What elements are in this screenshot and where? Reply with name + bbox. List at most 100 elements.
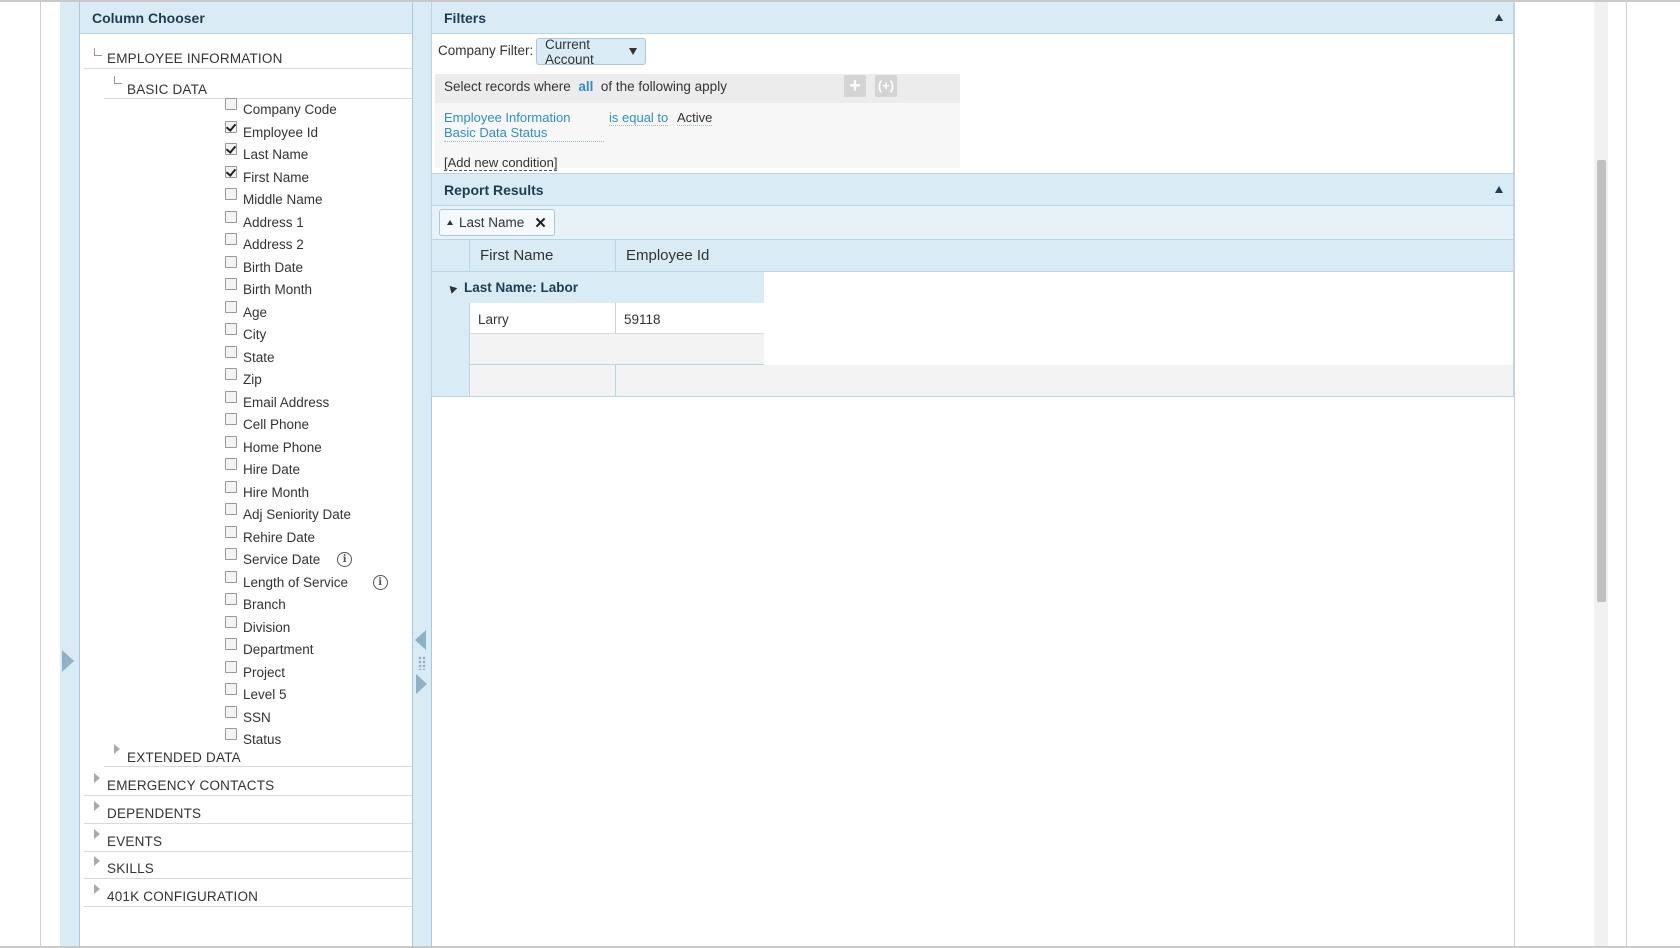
field-label: Service Date: [243, 552, 321, 567]
condition-operator-link[interactable]: is equal to: [609, 110, 669, 126]
section-skills[interactable]: SKILLS: [84, 852, 414, 879]
add-group-icon[interactable]: (+): [875, 75, 897, 97]
checkbox[interactable]: [225, 120, 237, 133]
field-label: Adj Seniority Date: [243, 507, 352, 522]
scrollbar-thumb[interactable]: [1597, 160, 1606, 602]
field-label: State: [243, 349, 275, 365]
add-new-condition-link[interactable]: [Add new condition]: [444, 155, 558, 171]
checkbox[interactable]: [225, 323, 237, 335]
checkbox[interactable]: [225, 233, 237, 245]
group-chip-last-name[interactable]: Last Name ✕: [439, 209, 555, 236]
sort-asc-icon[interactable]: [447, 220, 453, 225]
condition-header: Select records where all of the followin…: [435, 74, 960, 103]
cell-employee-id[interactable]: 59118: [616, 303, 764, 334]
field-label: Age: [243, 304, 268, 320]
checkbox[interactable]: [225, 278, 237, 290]
group-row-labor[interactable]: Last Name: Labor: [432, 272, 1513, 303]
page-right-edge: [1626, 0, 1627, 948]
section-events[interactable]: EVENTS: [84, 825, 414, 852]
checkbox[interactable]: [225, 548, 237, 560]
collapsed-icon[interactable]: [94, 801, 100, 811]
checkbox[interactable]: [225, 525, 237, 538]
select-suffix: of the following apply: [600, 79, 727, 94]
column-header-label: First Name: [480, 247, 554, 264]
collapsed-icon[interactable]: [94, 856, 100, 866]
column-header-employee-id[interactable]: Employee Id: [616, 240, 751, 271]
info-icon[interactable]: i: [372, 574, 388, 590]
close-icon[interactable]: ✕: [534, 214, 547, 232]
table-row[interactable]: Larry 59118: [432, 303, 1513, 334]
collapse-left-icon[interactable]: [415, 630, 426, 650]
checkbox[interactable]: [225, 480, 237, 493]
checkbox[interactable]: [225, 300, 237, 313]
collapsed-icon[interactable]: [94, 773, 100, 783]
checkbox[interactable]: [225, 660, 237, 673]
dropdown-caret-icon: [629, 48, 637, 55]
subsection-label: BASIC DATA: [127, 82, 208, 97]
add-condition-icon[interactable]: +: [844, 75, 866, 97]
collapsed-icon[interactable]: [114, 744, 120, 754]
section-employee-information[interactable]: EMPLOYEE INFORMATION: [84, 42, 414, 69]
condition-field-link[interactable]: Employee Information Basic Data Status: [444, 110, 604, 142]
checkbox[interactable]: [225, 98, 237, 110]
condition-value[interactable]: Active: [677, 110, 713, 126]
checkbox[interactable]: [225, 705, 237, 718]
expand-right-icon[interactable]: [62, 650, 74, 672]
checkbox[interactable]: [225, 255, 237, 268]
field-label: Department: [243, 642, 314, 657]
checkbox[interactable]: [225, 728, 237, 740]
expand-right-icon[interactable]: [416, 674, 427, 694]
checkbox[interactable]: [225, 413, 237, 425]
checkbox[interactable]: [225, 188, 237, 200]
field-label: Home Phone: [243, 439, 322, 455]
filters-title: Filters: [444, 9, 487, 26]
match-mode-link[interactable]: all: [578, 79, 593, 94]
group-row-label: Last Name: Labor: [464, 280, 579, 295]
collapse-caret-icon[interactable]: [1495, 186, 1503, 193]
checkbox[interactable]: [225, 143, 237, 155]
checkbox[interactable]: [225, 683, 237, 695]
field-label: Hire Month: [243, 484, 310, 500]
report-results-header[interactable]: Report Results: [431, 174, 1514, 206]
checkbox[interactable]: [225, 458, 237, 470]
field-label: Project: [243, 664, 286, 680]
checkbox[interactable]: [225, 593, 237, 605]
filters-header[interactable]: Filters: [432, 2, 1513, 34]
section-dependents[interactable]: DEPENDENTS: [84, 797, 414, 824]
collapsed-icon[interactable]: [94, 884, 100, 894]
collapsed-icon[interactable]: [94, 829, 100, 839]
column-header-first-name[interactable]: First Name: [470, 240, 616, 271]
company-filter-select[interactable]: Current Account: [536, 37, 646, 67]
field-label: Birth Date: [243, 259, 304, 275]
section-label: SKILLS: [107, 861, 154, 876]
field-label: Division: [243, 619, 291, 635]
checkbox[interactable]: [225, 435, 237, 448]
section-label: EVENTS: [107, 834, 163, 849]
panel-splitter[interactable]: [412, 2, 432, 946]
subsection-extended-data[interactable]: EXTENDED DATA: [104, 740, 414, 767]
checkbox[interactable]: [225, 638, 237, 650]
row-indent: [432, 303, 470, 334]
checkbox[interactable]: [225, 368, 237, 380]
checkbox[interactable]: [225, 615, 237, 628]
row-indent: [432, 365, 470, 396]
drag-handle-icon[interactable]: [418, 656, 426, 670]
field-label: Hire Date: [243, 462, 301, 477]
grid-footer-row: [432, 365, 1513, 397]
section-401k-configuration[interactable]: 401K CONFIGURATION: [84, 880, 414, 907]
left-collapse-strip[interactable]: [60, 2, 80, 946]
subsection-basic-data[interactable]: BASIC DATA: [104, 72, 414, 99]
checkbox[interactable]: [225, 165, 237, 178]
expanded-icon[interactable]: [94, 48, 102, 56]
column-chooser-header[interactable]: Column Chooser: [80, 2, 431, 34]
collapse-caret-icon[interactable]: [1495, 14, 1503, 21]
checkbox[interactable]: [225, 345, 237, 358]
info-icon[interactable]: i: [337, 552, 353, 567]
checkbox[interactable]: [225, 390, 237, 403]
section-emergency-contacts[interactable]: EMERGENCY CONTACTS: [84, 769, 414, 796]
checkbox[interactable]: [225, 570, 237, 583]
expanded-icon[interactable]: [114, 76, 122, 84]
checkbox[interactable]: [225, 210, 237, 223]
cell-first-name[interactable]: Larry: [470, 303, 616, 334]
checkbox[interactable]: [225, 503, 237, 515]
